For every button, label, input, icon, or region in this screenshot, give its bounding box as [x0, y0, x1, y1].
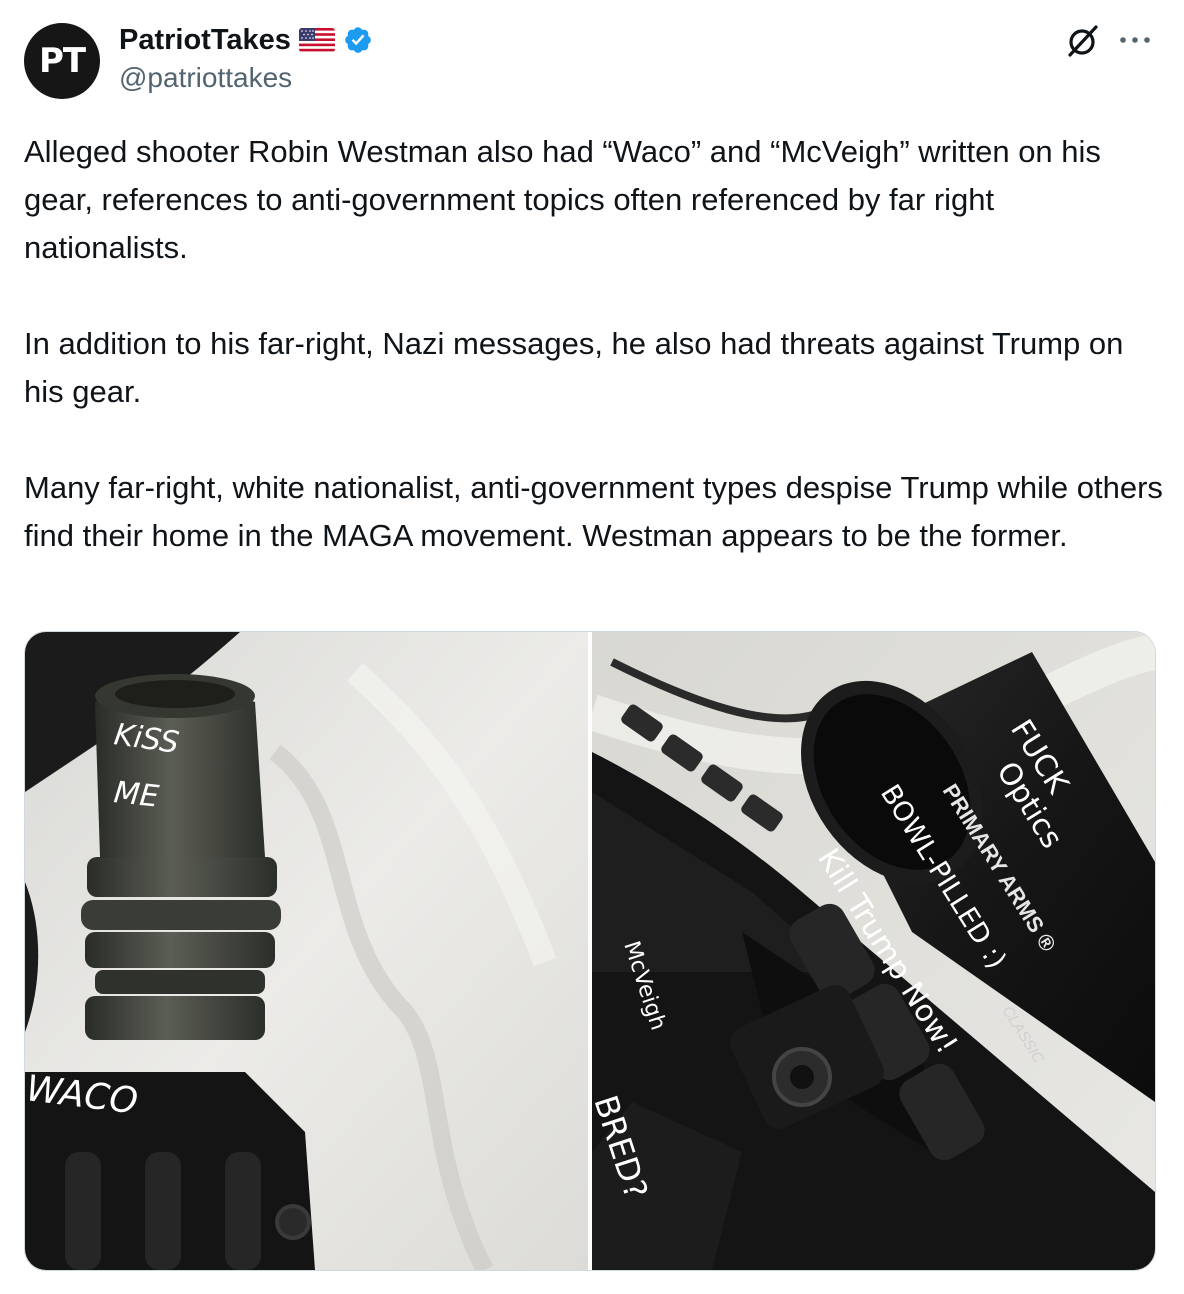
more-horizontal-icon[interactable] — [1117, 30, 1153, 50]
photo-right[interactable]: PRIMARY ARMS ® CLASSIC FUCK Optics BOWL-… — [592, 632, 1155, 1270]
photo-left[interactable]: KiSS ME WACO — [25, 632, 588, 1270]
us-flag-icon — [298, 28, 335, 52]
avatar[interactable]: PT — [24, 23, 100, 99]
author-handle[interactable]: @patriottakes — [119, 62, 292, 94]
author-name-row: PatriotTakes — [119, 22, 373, 58]
tweet-paragraph: Alleged shooter Robin Westman also had “… — [24, 134, 1110, 265]
tweet: PT PatriotTakes @patriottakes Alleged sh… — [0, 0, 1184, 1294]
tweet-paragraph: In addition to his far-right, Nazi messa… — [24, 326, 1132, 409]
display-name[interactable]: PatriotTakes — [119, 24, 291, 57]
verified-badge-icon[interactable] — [343, 25, 373, 55]
tweet-text: Alleged shooter Robin Westman also had “… — [24, 128, 1164, 560]
grok-icon[interactable] — [1066, 24, 1100, 58]
handwriting-me: ME — [112, 775, 160, 814]
tweet-paragraph: Many far-right, white nationalist, anti-… — [24, 470, 1172, 553]
media-grid: KiSS ME WACO PRIMARY ARMS ® CLASSIC FUCK… — [24, 631, 1156, 1271]
avatar-initials: PT — [38, 41, 86, 81]
